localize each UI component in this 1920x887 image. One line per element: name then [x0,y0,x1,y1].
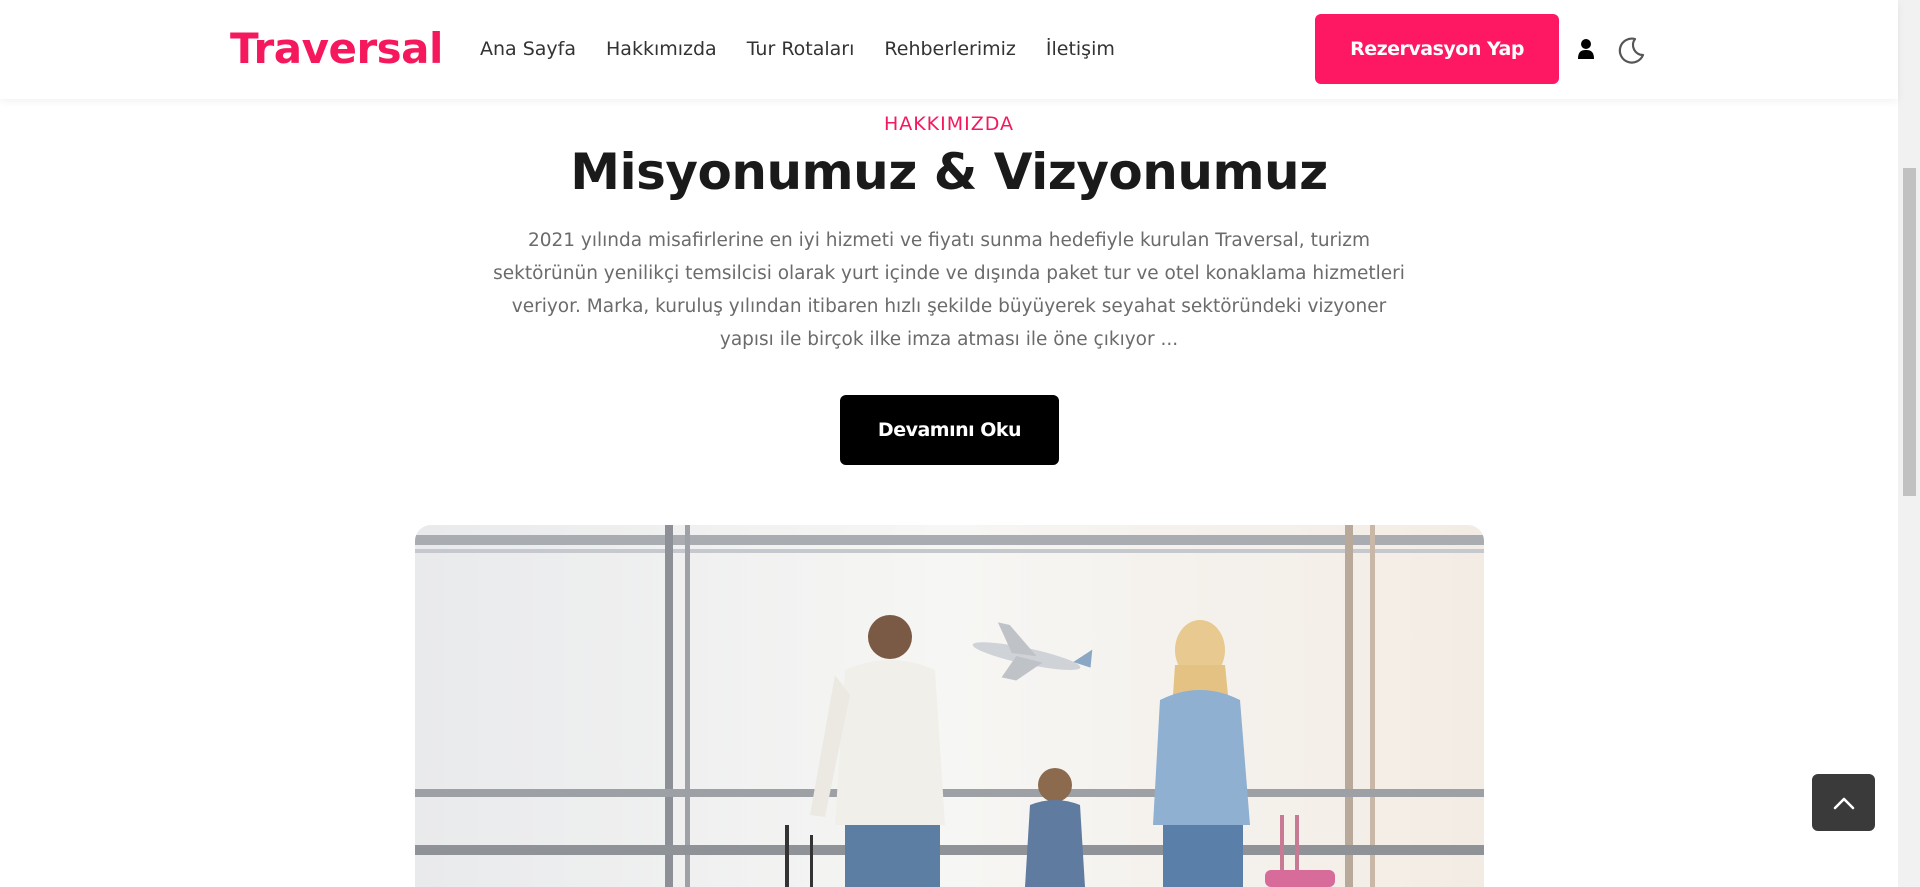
scrollbar[interactable] [1898,0,1920,887]
nav-item-home[interactable]: Ana Sayfa [480,38,576,60]
chevron-up-icon [1833,797,1854,809]
logo[interactable]: Traversal [230,24,443,73]
main-nav: Ana Sayfa Hakkımızda Tur Rotaları Rehber… [480,38,1115,60]
user-icon[interactable] [1577,38,1595,60]
site-header: Traversal Ana Sayfa Hakkımızda Tur Rotal… [0,0,1898,99]
hero-image [415,525,1484,887]
section-eyebrow: HAKKIMIZDA [883,113,1015,135]
section-title: Misyonumuz & Vizyonumuz [570,143,1328,201]
nav-item-tour-routes[interactable]: Tur Rotaları [747,38,855,60]
reservation-button[interactable]: Rezervasyon Yap [1315,14,1559,84]
read-more-button[interactable]: Devamını Oku [840,395,1059,465]
nav-item-guides[interactable]: Rehberlerimiz [884,38,1015,60]
section-description: 2021 yılında misafirlerine en iyi hizmet… [493,230,1405,350]
nav-item-about[interactable]: Hakkımızda [606,38,717,60]
scrollbar-thumb[interactable] [1903,168,1916,496]
back-to-top-button[interactable] [1812,774,1875,831]
moon-icon[interactable] [1616,35,1646,65]
nav-item-contact[interactable]: İletişim [1046,38,1115,60]
